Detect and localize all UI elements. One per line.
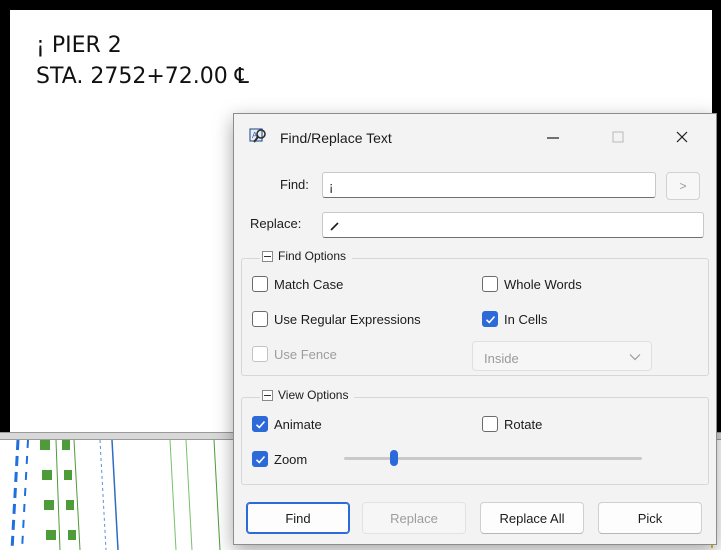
checkbox-box-checked	[252, 451, 268, 467]
view-options-header[interactable]: View Options	[260, 388, 355, 402]
find-input[interactable]: ¡	[322, 172, 656, 198]
fence-mode-value: Inside	[484, 351, 519, 366]
use-regex-label: Use Regular Expressions	[274, 311, 421, 327]
zoom-slider-thumb[interactable]	[390, 450, 398, 466]
checkbox-box-checked	[482, 311, 498, 327]
text-cursor-icon	[330, 222, 339, 231]
zoom-slider-track	[344, 457, 642, 460]
whole-words-label: Whole Words	[504, 276, 582, 292]
find-button[interactable]: Find	[246, 502, 350, 534]
view-options-group: View Options	[241, 388, 709, 485]
replace-all-button[interactable]: Replace All	[480, 502, 584, 534]
find-next-button[interactable]: >	[666, 172, 700, 200]
checkbox-box	[482, 276, 498, 292]
drawing-text-line: STA. 2752+72.00 ℄	[36, 64, 249, 89]
animate-checkbox[interactable]: Animate	[252, 416, 322, 432]
view-border-top	[0, 0, 721, 10]
view-options-title: View Options	[278, 388, 349, 402]
zoom-checkbox[interactable]: Zoom	[252, 451, 307, 467]
in-cells-checkbox[interactable]: In Cells	[482, 311, 547, 327]
animate-label: Animate	[274, 416, 322, 432]
checkbox-box	[252, 276, 268, 292]
match-case-label: Match Case	[274, 276, 344, 292]
find-label: Find:	[280, 177, 309, 192]
dialog-titlebar[interactable]: A Find/Replace Text	[234, 114, 716, 160]
zoom-slider[interactable]	[344, 448, 642, 468]
check-icon	[485, 315, 495, 324]
replace-button: Replace	[362, 502, 466, 534]
close-icon	[676, 131, 688, 143]
checkbox-box	[252, 346, 268, 362]
collapse-icon	[262, 389, 273, 401]
checkbox-box-checked	[252, 416, 268, 432]
rotate-label: Rotate	[504, 416, 543, 432]
collapse-icon	[262, 250, 273, 262]
check-icon	[255, 420, 265, 429]
find-replace-dialog: A Find/Replace Text Find: ¡ > Replace: F…	[233, 113, 717, 545]
whole-words-checkbox[interactable]: Whole Words	[482, 276, 582, 292]
check-icon	[255, 455, 265, 464]
find-options-title: Find Options	[278, 249, 347, 263]
maximize-icon	[612, 131, 624, 143]
in-cells-label: In Cells	[504, 311, 548, 327]
match-case-checkbox[interactable]: Match Case	[252, 276, 343, 292]
drawing-text-line: ¡ PIER 2	[36, 33, 122, 58]
checkbox-box	[252, 311, 268, 327]
use-regex-checkbox[interactable]: Use Regular Expressions	[252, 311, 421, 327]
maximize-button	[595, 114, 641, 160]
replace-label: Replace:	[250, 216, 302, 231]
close-button[interactable]	[659, 114, 705, 160]
find-replace-icon: A	[249, 128, 266, 143]
find-options-header[interactable]: Find Options	[260, 249, 353, 263]
use-fence-label: Use Fence	[274, 346, 337, 362]
minimize-button[interactable]	[530, 114, 576, 160]
use-fence-checkbox: Use Fence	[252, 346, 337, 362]
view-border-left	[0, 0, 10, 438]
checkbox-box	[482, 416, 498, 432]
pick-button[interactable]: Pick	[598, 502, 702, 534]
drawing-text-note[interactable]: ¡ PIER 2 STA. 2752+72.00 ℄	[36, 30, 249, 92]
chevron-down-icon	[629, 354, 641, 361]
zoom-label: Zoom	[274, 451, 308, 467]
rotate-checkbox[interactable]: Rotate	[482, 416, 542, 432]
minimize-icon	[547, 137, 559, 139]
dialog-title: Find/Replace Text	[280, 130, 392, 146]
fence-mode-select: Inside	[472, 341, 652, 371]
replace-input[interactable]	[322, 212, 704, 238]
